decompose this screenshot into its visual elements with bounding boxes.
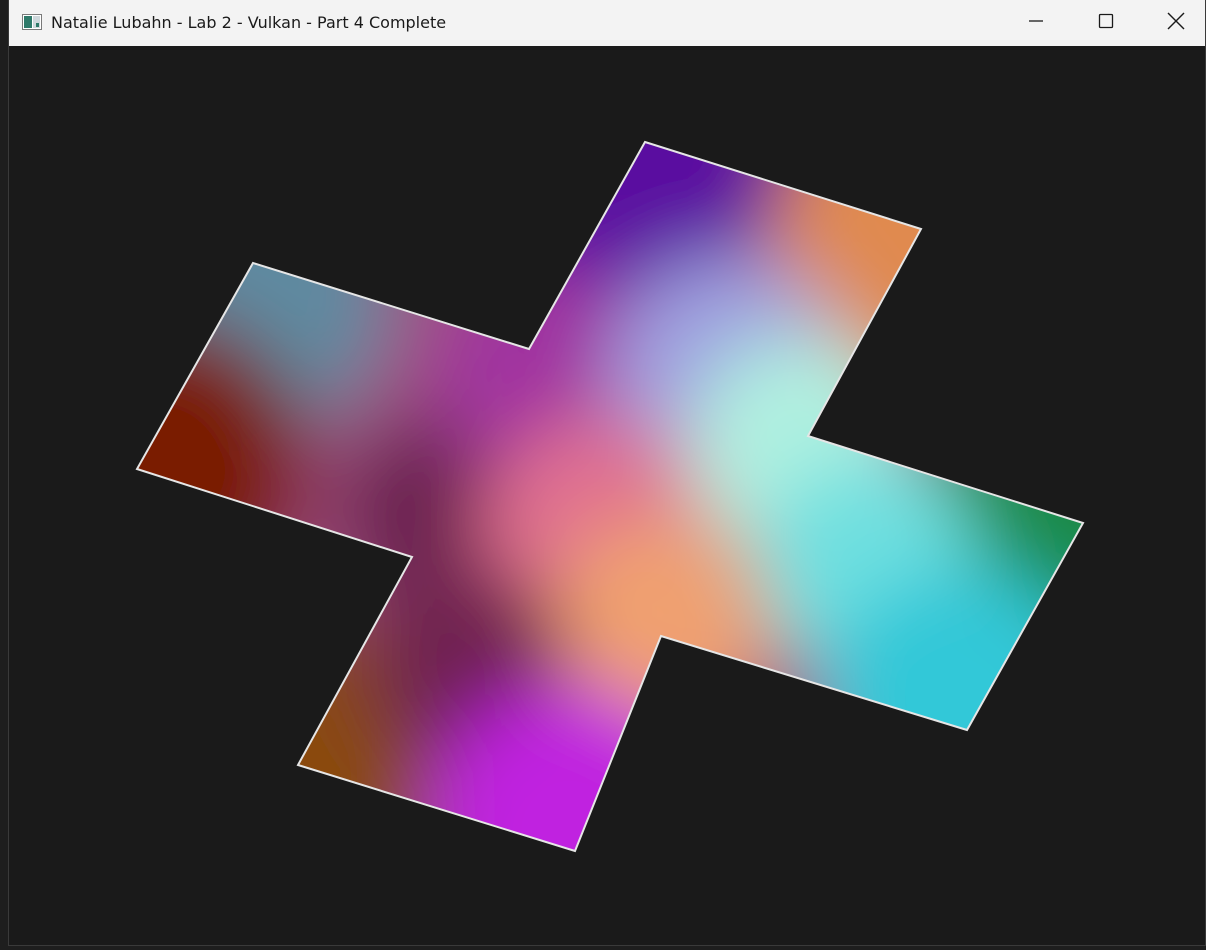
color-blob [137,316,309,616]
maximize-icon [1098,13,1114,33]
vulkan-app-icon [22,14,42,30]
title-bar[interactable]: Natalie Lubahn - Lab 2 - Vulkan - Part 4… [9,0,1205,46]
maximize-button[interactable] [1071,0,1141,46]
color-blob [819,566,1083,846]
minimize-button[interactable] [1001,0,1071,46]
close-button[interactable] [1141,0,1205,46]
minimize-icon [1028,13,1044,33]
app-window: Natalie Lubahn - Lab 2 - Vulkan - Part 4… [8,0,1206,946]
window-title: Natalie Lubahn - Lab 2 - Vulkan - Part 4… [51,13,447,32]
rendered-cross-scene [135,140,1085,853]
close-icon [1167,12,1185,34]
render-viewport[interactable] [9,46,1205,945]
